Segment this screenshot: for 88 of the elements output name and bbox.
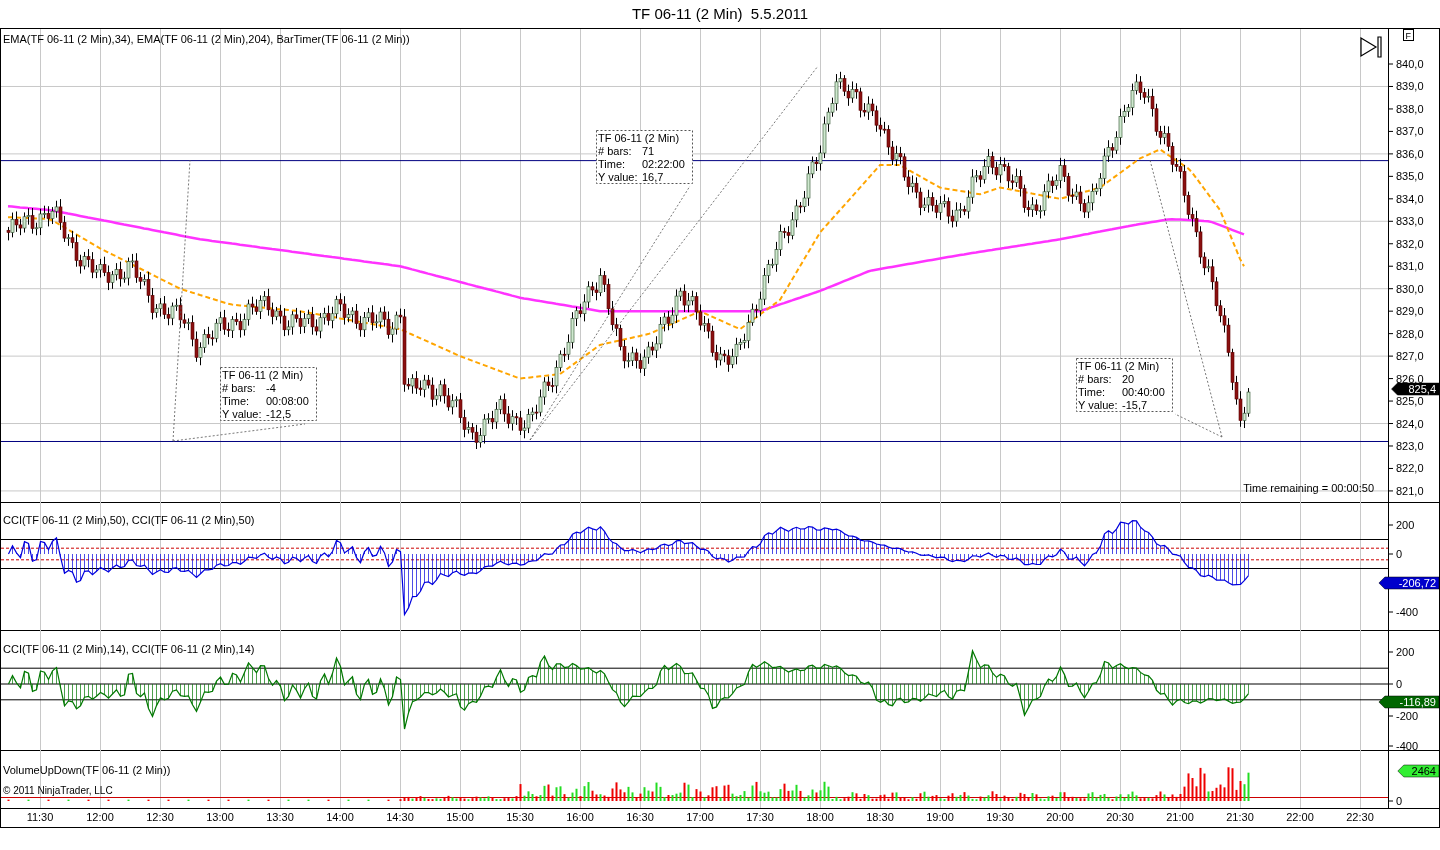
- time-axis-label: 13:30: [266, 811, 294, 823]
- measure-field-value: -12,5: [266, 408, 292, 420]
- measure-field-label: Y value:: [598, 171, 638, 183]
- indicator-legend: CCI(TF 06-11 (2 Min),50), CCI(TF 06-11 (2 Min),50): [3, 514, 255, 526]
- measure-field-label: Y value:: [222, 408, 262, 420]
- axis-label: 837,0: [1396, 125, 1424, 138]
- axis-label: 200: [1396, 646, 1415, 658]
- measure-line[interactable]: [172, 159, 191, 442]
- axis-label: 831,0: [1396, 260, 1424, 273]
- skip-to-end-icon[interactable]: [1360, 36, 1382, 58]
- measure-field-value: -15,7: [1122, 399, 1148, 411]
- time-axis-label: 18:30: [866, 811, 894, 823]
- measure-field-value: 16,7: [642, 171, 664, 183]
- measure-field-label: # bars:: [222, 382, 256, 394]
- indicator-legend: EMA(TF 06-11 (2 Min),34), EMA(TF 06-11 (2 Min),204), BarTimer(TF 06-11 (2 Min)): [3, 33, 410, 45]
- measure-field-value: 20: [1122, 373, 1135, 385]
- time-axis-label: 17:30: [746, 811, 774, 823]
- time-axis-label: 12:00: [86, 811, 114, 823]
- axis-label: 821,0: [1396, 484, 1424, 497]
- time-axis-label: 16:00: [566, 811, 594, 823]
- axis-label: 828,0: [1396, 327, 1424, 340]
- measure-field-label: Time:: [598, 158, 626, 170]
- axis-label: 822,0: [1396, 462, 1424, 475]
- axis-label: 836,0: [1396, 147, 1424, 160]
- time-axis-label: 18:00: [806, 811, 834, 823]
- measure-field-value: 02:22:00: [642, 158, 685, 170]
- measure-field-label: # bars:: [1078, 373, 1112, 385]
- current-value-text: 2464: [1411, 765, 1436, 777]
- measure-field-label: Time:: [222, 395, 250, 407]
- time-axis-label: 14:00: [326, 811, 354, 823]
- measure-instrument: TF 06-11 (2 Min): [222, 369, 304, 381]
- time-axis-label: 21:00: [1166, 811, 1194, 823]
- time-axis-label: 13:00: [206, 811, 234, 823]
- axis-label: -200: [1396, 710, 1419, 722]
- axis-label: 832,0: [1396, 237, 1424, 250]
- measure-instrument: TF 06-11 (2 Min): [598, 132, 680, 144]
- measure-field-value: 00:40:00: [1122, 386, 1165, 398]
- axis-label: 839,0: [1396, 80, 1424, 93]
- axis-label: 824,0: [1396, 417, 1424, 430]
- axis-label: 840,0: [1396, 58, 1424, 70]
- axis-label: 834,0: [1396, 192, 1424, 205]
- measure-field-label: Y value:: [1078, 399, 1118, 411]
- time-axis-label: 17:00: [686, 811, 714, 823]
- axis-label: 0: [1396, 678, 1403, 690]
- time-axis-label: 15:30: [506, 811, 534, 823]
- indicator-legend: VolumeUpDown(TF 06-11 (2 Min)): [3, 764, 171, 776]
- measure-instrument: TF 06-11 (2 Min): [1078, 360, 1160, 372]
- axis-label: 826,0: [1396, 372, 1424, 385]
- measure-field-value: -4: [266, 382, 276, 394]
- time-axis-label: 20:30: [1106, 811, 1134, 823]
- axis-label: 833,0: [1396, 215, 1424, 228]
- measure-line[interactable]: [172, 423, 306, 442]
- measure-field-value: 00:08:00: [266, 395, 309, 407]
- time-axis-label: 20:00: [1046, 811, 1074, 823]
- measure-line[interactable]: [529, 185, 691, 441]
- indicator-legend: CCI(TF 06-11 (2 Min),14), CCI(TF 06-11 (2 Min),14): [3, 643, 255, 655]
- measure-field-label: Time:: [1078, 386, 1106, 398]
- measure-field-value: 71: [642, 145, 655, 157]
- current-value-text: -116,89: [1399, 696, 1436, 708]
- axis-label: 838,0: [1396, 102, 1424, 115]
- axis-label: -400: [1396, 740, 1419, 752]
- time-axis-label: 16:30: [626, 811, 654, 823]
- axis-label: 825,0: [1396, 395, 1424, 408]
- time-axis-label: 12:30: [146, 811, 174, 823]
- time-axis-label: 14:30: [386, 811, 414, 823]
- bar-timer-text: Time remaining = 00:00:50: [1243, 482, 1374, 494]
- time-axis-label: 21:30: [1226, 811, 1254, 823]
- copyright-text: © 2011 NinjaTrader, LLC: [3, 785, 113, 796]
- axis-label: 830,0: [1396, 282, 1424, 295]
- axis-label: 823,0: [1396, 440, 1424, 452]
- axis-label: 0: [1396, 548, 1403, 560]
- axis-label: -400: [1396, 606, 1419, 618]
- axis-label: 827,0: [1396, 350, 1424, 363]
- current-value-text: 825,4: [1408, 383, 1436, 396]
- time-axis-label: 15:00: [446, 811, 474, 823]
- chart-title: TF 06-11 (2 Min) 5.5.2011: [631, 3, 809, 24]
- current-value-text: -206,72: [1398, 577, 1436, 589]
- time-axis-label: 19:00: [926, 811, 954, 823]
- time-axis-label: 22:00: [1286, 811, 1314, 823]
- axis-label: 835,0: [1396, 170, 1424, 183]
- time-axis-label: 19:30: [986, 811, 1014, 823]
- time-axis-label: 11:30: [26, 811, 54, 823]
- axis-label: 0: [1396, 795, 1403, 807]
- horizontal-line[interactable]: [0, 160, 1389, 162]
- time-axis-label: 22:30: [1346, 811, 1374, 823]
- axis-label: 829,0: [1396, 305, 1424, 318]
- axis-label: 200: [1396, 519, 1415, 531]
- measure-field-label: # bars:: [598, 145, 632, 157]
